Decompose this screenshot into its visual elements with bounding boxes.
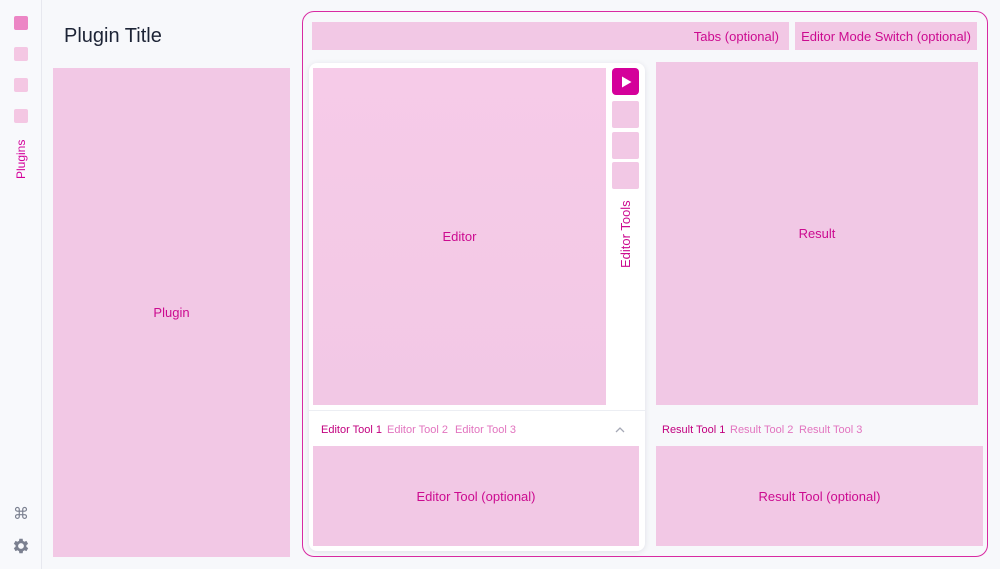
editor-tools-label: Editor Tools bbox=[618, 200, 633, 268]
result-tool-panel[interactable]: Result Tool (optional) bbox=[656, 446, 983, 546]
editor-divider bbox=[309, 410, 645, 411]
tab-editor-tool-2[interactable]: Editor Tool 2 bbox=[387, 423, 448, 437]
gear-icon[interactable] bbox=[11, 536, 31, 556]
activity-bar: Plugins ⌘ bbox=[0, 0, 42, 569]
editor-tool-panel[interactable]: Editor Tool (optional) bbox=[313, 446, 639, 546]
editor-mode-switch[interactable]: Editor Mode Switch (optional) bbox=[795, 22, 977, 50]
tab-result-tool-2[interactable]: Result Tool 2 bbox=[730, 423, 793, 437]
plugin-slot-2-icon[interactable] bbox=[14, 47, 28, 61]
chevron-up-icon[interactable] bbox=[613, 423, 627, 437]
plugin-slot-4-icon[interactable] bbox=[14, 109, 28, 123]
plugin-title: Plugin Title bbox=[64, 25, 162, 47]
play-icon bbox=[621, 76, 631, 87]
editor-area[interactable]: Editor bbox=[313, 68, 606, 405]
tab-result-tool-3[interactable]: Result Tool 3 bbox=[799, 423, 862, 437]
plugins-label[interactable]: Plugins bbox=[7, 140, 35, 180]
command-icon[interactable]: ⌘ bbox=[12, 506, 30, 524]
editor-tool-button-1[interactable] bbox=[612, 101, 639, 128]
plugin-slot-1-icon[interactable] bbox=[14, 16, 28, 30]
plugin-slot-3-icon[interactable] bbox=[14, 78, 28, 92]
editor-tool-button-3[interactable] bbox=[612, 162, 639, 189]
tabs-bar[interactable]: Tabs (optional) bbox=[312, 22, 789, 50]
result-area[interactable]: Result bbox=[656, 62, 978, 405]
plugin-panel[interactable]: Plugin bbox=[53, 68, 290, 557]
tab-editor-tool-3[interactable]: Editor Tool 3 bbox=[455, 423, 516, 437]
editor-tool-button-2[interactable] bbox=[612, 132, 639, 159]
tab-editor-tool-1[interactable]: Editor Tool 1 bbox=[321, 423, 382, 437]
app-root: Plugins ⌘ Plugin Title Plugin Tabs (opti… bbox=[0, 0, 1000, 569]
tab-result-tool-1[interactable]: Result Tool 1 bbox=[662, 423, 725, 437]
run-button[interactable] bbox=[612, 68, 639, 95]
